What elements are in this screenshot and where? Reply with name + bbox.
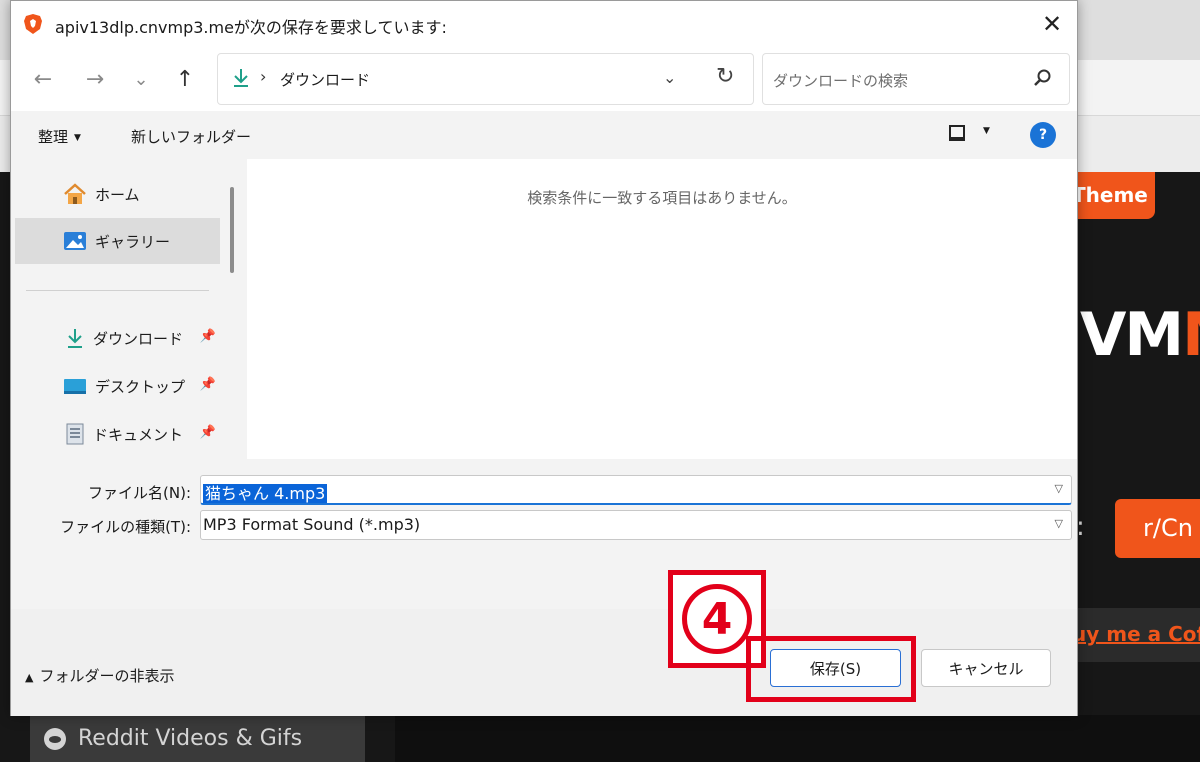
highlight-box	[746, 636, 916, 702]
refresh-icon[interactable]: ↻	[716, 64, 734, 89]
navigation-pane: ホーム ギャラリー ダウンロード 📌 デスクトップ 📌 ドキュメント 📌	[11, 159, 247, 459]
dialog-title: apiv13dlp.cnvmp3.meが次の保存を要求しています:	[55, 18, 447, 37]
organize-label: 整理	[38, 128, 69, 146]
search-input[interactable]: ダウンロードの検索	[762, 53, 1070, 105]
sidebar-item-home[interactable]: ホーム	[15, 171, 220, 217]
arrow-right-icon: →	[85, 66, 105, 92]
empty-message: 検索条件に一致する項目はありません。	[527, 189, 797, 207]
save-options-panel: ファイル名(N): 猫ちゃん 4.mp3 ▽ ファイルの種類(T): MP3 F…	[11, 459, 1077, 716]
breadcrumb-separator: ›	[260, 67, 267, 86]
file-type-select[interactable]: MP3 Format Sound (*.mp3) ▽	[200, 510, 1072, 540]
caret-down-icon[interactable]: ▼	[983, 126, 990, 136]
step-number: 4	[682, 584, 752, 654]
caret-down-icon: ▼	[74, 133, 81, 143]
back-button[interactable]: ←	[27, 63, 59, 95]
file-name-label: ファイル名(N):	[88, 484, 191, 502]
address-dropdown-icon[interactable]: ⌄	[663, 68, 676, 87]
sidebar-divider	[26, 290, 209, 291]
arrow-left-icon: ←	[33, 66, 53, 92]
hide-folders-label: フォルダーの非表示	[39, 667, 175, 685]
address-bar[interactable]: › ダウンロード ⌄ ↻	[217, 53, 754, 105]
chevron-down-icon[interactable]: ▽	[1055, 517, 1063, 530]
navigation-bar: ← → ⌄ ↑ › ダウンロード ⌄ ↻ ダウンロードの検索	[11, 47, 1077, 111]
home-icon	[64, 183, 86, 204]
chevron-up-icon: ▲	[25, 671, 34, 684]
reddit-link-button[interactable]: r/Cn	[1115, 499, 1200, 558]
close-icon: ✕	[1041, 10, 1063, 38]
arrow-up-icon: ↑	[175, 66, 195, 92]
download-icon	[68, 329, 82, 348]
close-button[interactable]: ✕	[1027, 1, 1077, 47]
breadcrumb-downloads[interactable]: ダウンロード	[280, 69, 370, 90]
sidebar-item-label: ドキュメント	[93, 425, 184, 444]
file-list: 検索条件に一致する項目はありません。	[247, 159, 1077, 459]
save-file-dialog: apiv13dlp.cnvmp3.meが次の保存を要求しています: ✕ ← → …	[10, 0, 1078, 716]
search-placeholder: ダウンロードの検索	[773, 72, 909, 90]
sidebar-item-label: ダウンロード	[93, 329, 184, 348]
sidebar-item-downloads[interactable]: ダウンロード 📌	[15, 315, 220, 361]
download-icon	[234, 69, 248, 87]
buy-me-a-coffee-link[interactable]: uy me a Cof	[1066, 608, 1200, 662]
sidebar-item-label: ホーム	[95, 185, 140, 204]
desktop-icon	[64, 379, 86, 394]
sidebar-item-label: デスクトップ	[95, 377, 186, 396]
reddit-menu-label: Reddit Videos & Gifs	[78, 726, 303, 751]
gallery-icon	[64, 232, 86, 250]
dialog-titlebar: apiv13dlp.cnvmp3.meが次の保存を要求しています: ✕	[11, 1, 1077, 47]
sidebar-item-label: ギャラリー	[95, 232, 171, 251]
pin-icon[interactable]: 📌	[200, 377, 216, 392]
sidebar-item-documents[interactable]: ドキュメント 📌	[15, 411, 220, 457]
brave-browser-icon	[24, 14, 42, 34]
sidebar-item-gallery[interactable]: ギャラリー	[15, 218, 220, 264]
file-type-label: ファイルの種類(T):	[60, 518, 191, 536]
chevron-down-icon: ⌄	[133, 68, 149, 90]
document-icon	[66, 423, 84, 445]
cancel-button[interactable]: キャンセル	[921, 649, 1051, 687]
hide-folders-toggle[interactable]: ▲ フォルダーの非表示	[25, 665, 174, 686]
site-logo: VMMI	[1080, 300, 1200, 370]
reddit-videos-menu-item[interactable]: Reddit Videos & Gifs	[30, 715, 365, 762]
new-folder-button[interactable]: 新しいフォルダー	[131, 126, 251, 147]
recent-locations-button[interactable]: ⌄	[125, 63, 157, 95]
background-bar	[395, 715, 1200, 762]
command-bar: 整理 ▼ 新しいフォルダー ▼ ?	[11, 111, 1077, 159]
chevron-down-icon[interactable]: ▽	[1055, 482, 1063, 495]
help-icon[interactable]: ?	[1030, 122, 1056, 148]
file-name-value: 猫ちゃん 4.mp3	[203, 484, 328, 503]
sidebar-item-desktop[interactable]: デスクトップ 📌	[15, 363, 220, 409]
pin-icon[interactable]: 📌	[200, 425, 216, 440]
view-options-icon[interactable]	[949, 125, 965, 141]
search-icon	[1034, 69, 1051, 86]
file-name-input[interactable]: 猫ちゃん 4.mp3 ▽	[200, 475, 1072, 505]
dialog-footer: ▲ フォルダーの非表示 保存(S) キャンセル	[11, 609, 1077, 716]
pin-icon[interactable]: 📌	[200, 329, 216, 344]
up-button[interactable]: ↑	[169, 63, 201, 95]
reddit-icon	[44, 727, 66, 750]
organize-menu[interactable]: 整理 ▼	[38, 126, 81, 147]
forward-button[interactable]: →	[79, 63, 111, 95]
file-type-value: MP3 Format Sound (*.mp3)	[203, 515, 421, 534]
sidebar-scrollbar[interactable]	[230, 187, 234, 273]
